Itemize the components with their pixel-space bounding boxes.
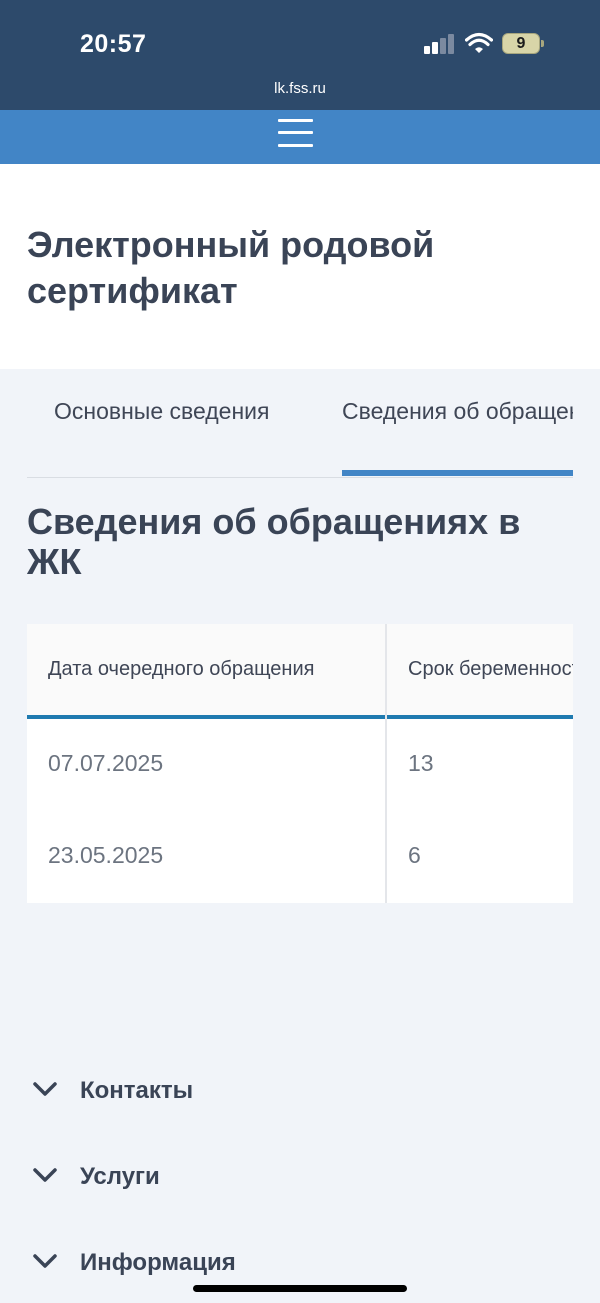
column-header-date: Дата очередного обращения	[48, 658, 315, 680]
tabs: Основные сведения Сведения об обращениях	[27, 380, 573, 478]
tab-appeals-info[interactable]: Сведения об обращениях	[342, 398, 573, 425]
table-cell-term: 13	[408, 750, 434, 776]
appeals-table: Дата очередного обращения Срок беременно…	[27, 624, 573, 903]
cellular-signal-icon	[424, 34, 456, 54]
home-indicator[interactable]	[193, 1285, 407, 1292]
column-divider	[385, 624, 387, 903]
battery-icon: 9	[502, 33, 544, 54]
footer-contacts[interactable]: Контакты	[0, 1067, 600, 1117]
chevron-down-icon	[33, 1254, 57, 1268]
footer-services-label: Услуги	[80, 1163, 160, 1190]
address-url[interactable]: lk.fss.ru	[0, 80, 600, 97]
footer-contacts-label: Контакты	[80, 1077, 194, 1104]
table-cell-term: 6	[408, 842, 421, 868]
battery-level: 9	[516, 35, 526, 52]
table-cell-date: 23.05.2025	[48, 842, 164, 868]
page-title: Электронный родовой сертификат	[27, 224, 435, 311]
tab-main-info[interactable]: Основные сведения	[54, 398, 269, 425]
footer-information-label: Информация	[80, 1249, 236, 1276]
active-tab-indicator	[342, 470, 573, 476]
status-time: 20:57	[80, 30, 147, 58]
chevron-down-icon	[33, 1168, 57, 1182]
footer-information[interactable]: Информация	[0, 1239, 600, 1289]
column-header-term: Срок беременности	[408, 658, 573, 680]
table-header-divider	[27, 715, 573, 719]
chevron-down-icon	[33, 1082, 57, 1096]
section-title: Сведения об обращениях в ЖК	[27, 501, 521, 582]
wifi-icon	[465, 32, 493, 53]
hamburger-menu-icon[interactable]	[278, 116, 313, 150]
table-header: Дата очередного обращения Срок беременно…	[27, 624, 573, 715]
table-cell-date: 07.07.2025	[48, 750, 164, 776]
footer-services[interactable]: Услуги	[0, 1153, 600, 1203]
